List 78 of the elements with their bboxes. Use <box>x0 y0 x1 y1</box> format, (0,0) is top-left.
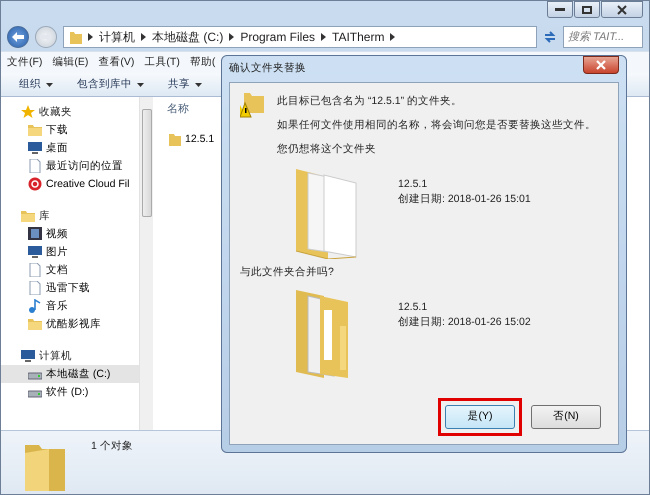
dialog-button[interactable]: 是(Y) <box>445 405 515 429</box>
creation-date: 创建日期: 2018-01-26 15:01 <box>398 192 531 208</box>
folder-icon <box>169 132 181 146</box>
monitor-icon <box>28 245 42 259</box>
scrollbar[interactable] <box>139 97 153 430</box>
minimize-button[interactable] <box>547 1 573 18</box>
music-note-icon <box>28 299 42 313</box>
breadcrumb-item[interactable]: 计算机 <box>99 28 135 46</box>
nav-section-title[interactable]: 计算机 <box>39 348 72 364</box>
toolbar-button[interactable]: 共享 <box>168 76 202 92</box>
star-icon <box>21 105 35 119</box>
nav-item[interactable]: 本地磁盘 (C:) <box>1 365 139 383</box>
folder-icon <box>70 30 82 44</box>
chevron-right-icon <box>141 33 146 41</box>
status-text: 1 个对象 <box>91 439 133 454</box>
menu-item[interactable]: 帮助( <box>190 54 216 70</box>
breadcrumb-item[interactable]: Program Files <box>240 28 316 46</box>
dialog-title: 确认文件夹替换 <box>229 61 306 76</box>
breadcrumb-item[interactable]: 本地磁盘 (C:) <box>152 28 224 46</box>
nav-item[interactable]: 下载 <box>1 121 139 139</box>
nav-item[interactable]: 桌面 <box>1 139 139 157</box>
caret-icon <box>195 82 202 86</box>
nav-item[interactable]: 图片 <box>1 243 139 261</box>
close-icon <box>596 60 606 70</box>
minimize-icon <box>555 8 565 12</box>
file-item[interactable]: 12.5.1 <box>167 130 216 150</box>
menu-item[interactable]: 查看(V) <box>98 54 134 70</box>
monitor-icon <box>28 141 42 155</box>
nav-item[interactable]: 音乐 <box>1 297 139 315</box>
nav-item[interactable]: Creative Cloud Fil <box>1 175 139 193</box>
maximize-button[interactable] <box>574 1 600 18</box>
monitor-icon <box>21 349 35 363</box>
document-icon <box>28 159 42 173</box>
toolbar-button[interactable]: 组织 <box>19 76 53 92</box>
caret-icon <box>137 82 144 86</box>
back-button[interactable] <box>7 26 29 48</box>
chevron-right-icon <box>390 33 396 41</box>
folder-icon <box>21 209 35 223</box>
document-icon <box>28 263 42 277</box>
refresh-icon <box>543 30 557 44</box>
menu-item[interactable]: 编辑(E) <box>52 54 88 70</box>
close-icon <box>617 4 627 14</box>
nav-item[interactable]: 文档 <box>1 261 139 279</box>
back-arrow-icon <box>12 32 24 42</box>
nav-item[interactable]: 迅雷下载 <box>1 279 139 297</box>
nav-item[interactable]: 软件 (D:) <box>1 383 139 401</box>
chevron-right-icon <box>321 33 326 41</box>
cloud-icon <box>28 177 42 191</box>
document-icon <box>28 281 42 295</box>
folder-name: 12.5.1 <box>398 300 428 315</box>
folder-icon <box>28 123 42 137</box>
chevron-right-icon <box>229 33 234 41</box>
menu-item[interactable]: 文件(F) <box>7 54 42 70</box>
detail-text: 如果任何文件使用相同的名称，将会询问您是否要替换这些文件。 <box>277 118 596 133</box>
menu-item[interactable]: 工具(T) <box>144 54 180 70</box>
chevron-right-icon <box>88 33 93 41</box>
nav-item[interactable]: 最近访问的位置 <box>1 157 139 175</box>
film-icon <box>28 227 42 241</box>
search-field[interactable]: 搜索 TAIT... <box>563 26 643 48</box>
nav-section-title[interactable]: 库 <box>39 208 50 224</box>
question-text: 您仍想将这个文件夹 <box>277 142 377 157</box>
folder-warning-icon <box>240 91 266 119</box>
merge-question: 与此文件夹合并吗? <box>240 264 335 280</box>
folder-name: 12.5.1 <box>398 177 428 192</box>
caret-icon <box>46 82 53 86</box>
nav-section-title[interactable]: 收藏夹 <box>39 104 72 120</box>
nav-item[interactable]: 优酷影视库 <box>1 315 139 333</box>
message-text: 此目标已包含名为 “12.5.1” 的文件夹。 <box>277 94 464 109</box>
close-button[interactable] <box>583 56 619 74</box>
breadcrumb-item[interactable]: TAITherm <box>332 28 384 46</box>
toolbar-button[interactable]: 包含到库中 <box>77 76 144 92</box>
dialog-button[interactable]: 否(N) <box>531 405 601 429</box>
close-button[interactable] <box>601 1 643 18</box>
creation-date: 创建日期: 2018-01-26 15:02 <box>398 314 531 330</box>
maximize-icon <box>582 6 592 14</box>
nav-item[interactable]: 视频 <box>1 225 139 243</box>
folder-icon <box>28 317 42 331</box>
address-field[interactable]: 计算机 本地磁盘 (C:) Program Files TAITherm <box>63 26 537 48</box>
